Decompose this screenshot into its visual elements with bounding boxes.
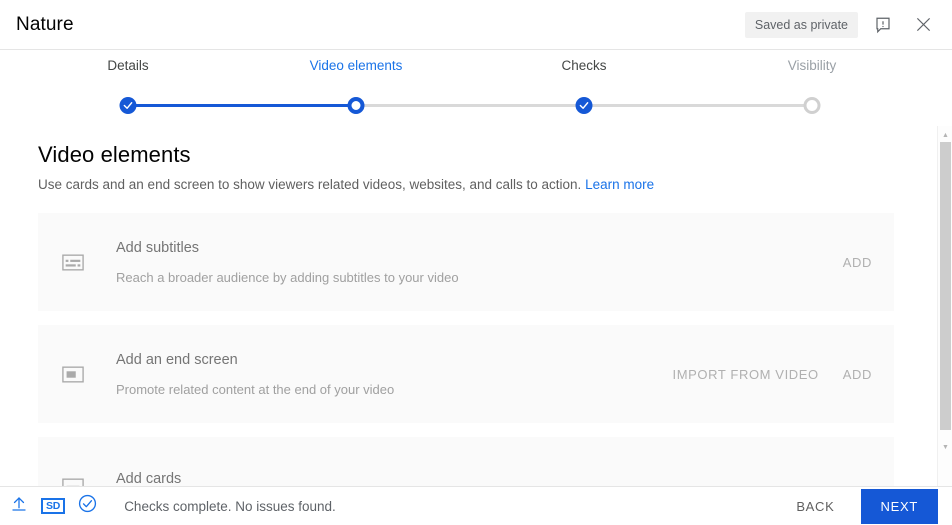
scroll-up-arrow[interactable]: ▲	[938, 128, 952, 142]
footer-status-icons: SD	[10, 494, 97, 518]
content-scrollbar[interactable]: ▲ ▼	[937, 126, 952, 486]
add-end-screen-button[interactable]: ADD	[843, 367, 872, 382]
check-circle-icon	[78, 494, 97, 518]
list-item[interactable]: Add an end screen Promote related conten…	[38, 325, 894, 423]
list-item-description: Reach a broader audience by adding subti…	[116, 269, 459, 285]
section-title: Video elements	[38, 142, 191, 167]
step-label-details[interactable]: Details	[107, 58, 148, 73]
footer-buttons: BACK NEXT	[786, 488, 938, 524]
list-item-title: Add an end screen	[116, 351, 238, 368]
subtitles-icon	[58, 247, 88, 277]
progress-stepper: Details Video elements Checks Visibility	[0, 58, 952, 120]
end-screen-icon	[58, 359, 88, 389]
upload-icon	[10, 495, 28, 518]
list-item[interactable]: Add subtitles Reach a broader audience b…	[38, 213, 894, 311]
page-title: Nature	[16, 13, 74, 35]
back-button[interactable]: BACK	[786, 491, 844, 522]
list-item-actions: ADD	[843, 255, 872, 270]
step-node-details[interactable]	[119, 97, 137, 114]
cards-icon	[58, 471, 88, 486]
step-node-checks[interactable]	[575, 97, 593, 114]
step-node-video-elements[interactable]	[347, 97, 365, 114]
checks-status-text: Checks complete. No issues found.	[124, 498, 336, 514]
status-badge: Saved as private	[744, 11, 858, 38]
dialog-footer: SD Checks complete. No issues found. BAC…	[0, 486, 952, 525]
list-item-title: Add subtitles	[116, 239, 200, 256]
list-item-text: Add an end screen Promote related conten…	[116, 352, 394, 397]
header-actions: Saved as private	[744, 10, 938, 40]
list-item-actions: IMPORT FROM VIDEO ADD	[673, 367, 872, 382]
feedback-bubble-icon[interactable]	[868, 10, 898, 40]
content-area: Video elements Use cards and an end scre…	[0, 126, 938, 486]
next-button[interactable]: NEXT	[860, 488, 938, 524]
list-item-title: Add cards	[116, 471, 182, 486]
list-item-text: Add cards	[116, 471, 181, 486]
step-label-visibility[interactable]: Visibility	[788, 58, 837, 73]
list-item-text: Add subtitles Reach a broader audience b…	[116, 240, 459, 285]
track-segment-1	[128, 104, 356, 107]
add-subtitles-button[interactable]: ADD	[843, 255, 872, 270]
track-segment-2	[356, 104, 584, 107]
step-label-checks[interactable]: Checks	[561, 58, 606, 73]
close-icon[interactable]	[908, 10, 938, 40]
list-item-description: Promote related content at the end of yo…	[116, 381, 395, 397]
stepper-labels: Details Video elements Checks Visibility	[0, 58, 952, 82]
dialog-header: Nature Saved as private	[0, 0, 952, 50]
import-from-video-button[interactable]: IMPORT FROM VIDEO	[673, 367, 819, 382]
stepper-track	[0, 93, 952, 117]
track-segment-3	[584, 104, 812, 107]
section-subtitle-text: Use cards and an end screen to show view…	[38, 177, 582, 192]
scroll-down-arrow[interactable]: ▼	[938, 440, 952, 454]
learn-more-link[interactable]: Learn more	[585, 177, 654, 192]
quality-badge: SD	[41, 497, 66, 515]
upload-dialog: Nature Saved as private Details Video el…	[0, 0, 952, 525]
step-node-visibility[interactable]	[803, 97, 821, 114]
list-item[interactable]: Add cards	[38, 437, 894, 486]
section-subtitle: Use cards and an end screen to show view…	[38, 177, 894, 192]
step-label-video-elements[interactable]: Video elements	[310, 58, 403, 73]
scrollbar-thumb[interactable]	[940, 142, 951, 430]
